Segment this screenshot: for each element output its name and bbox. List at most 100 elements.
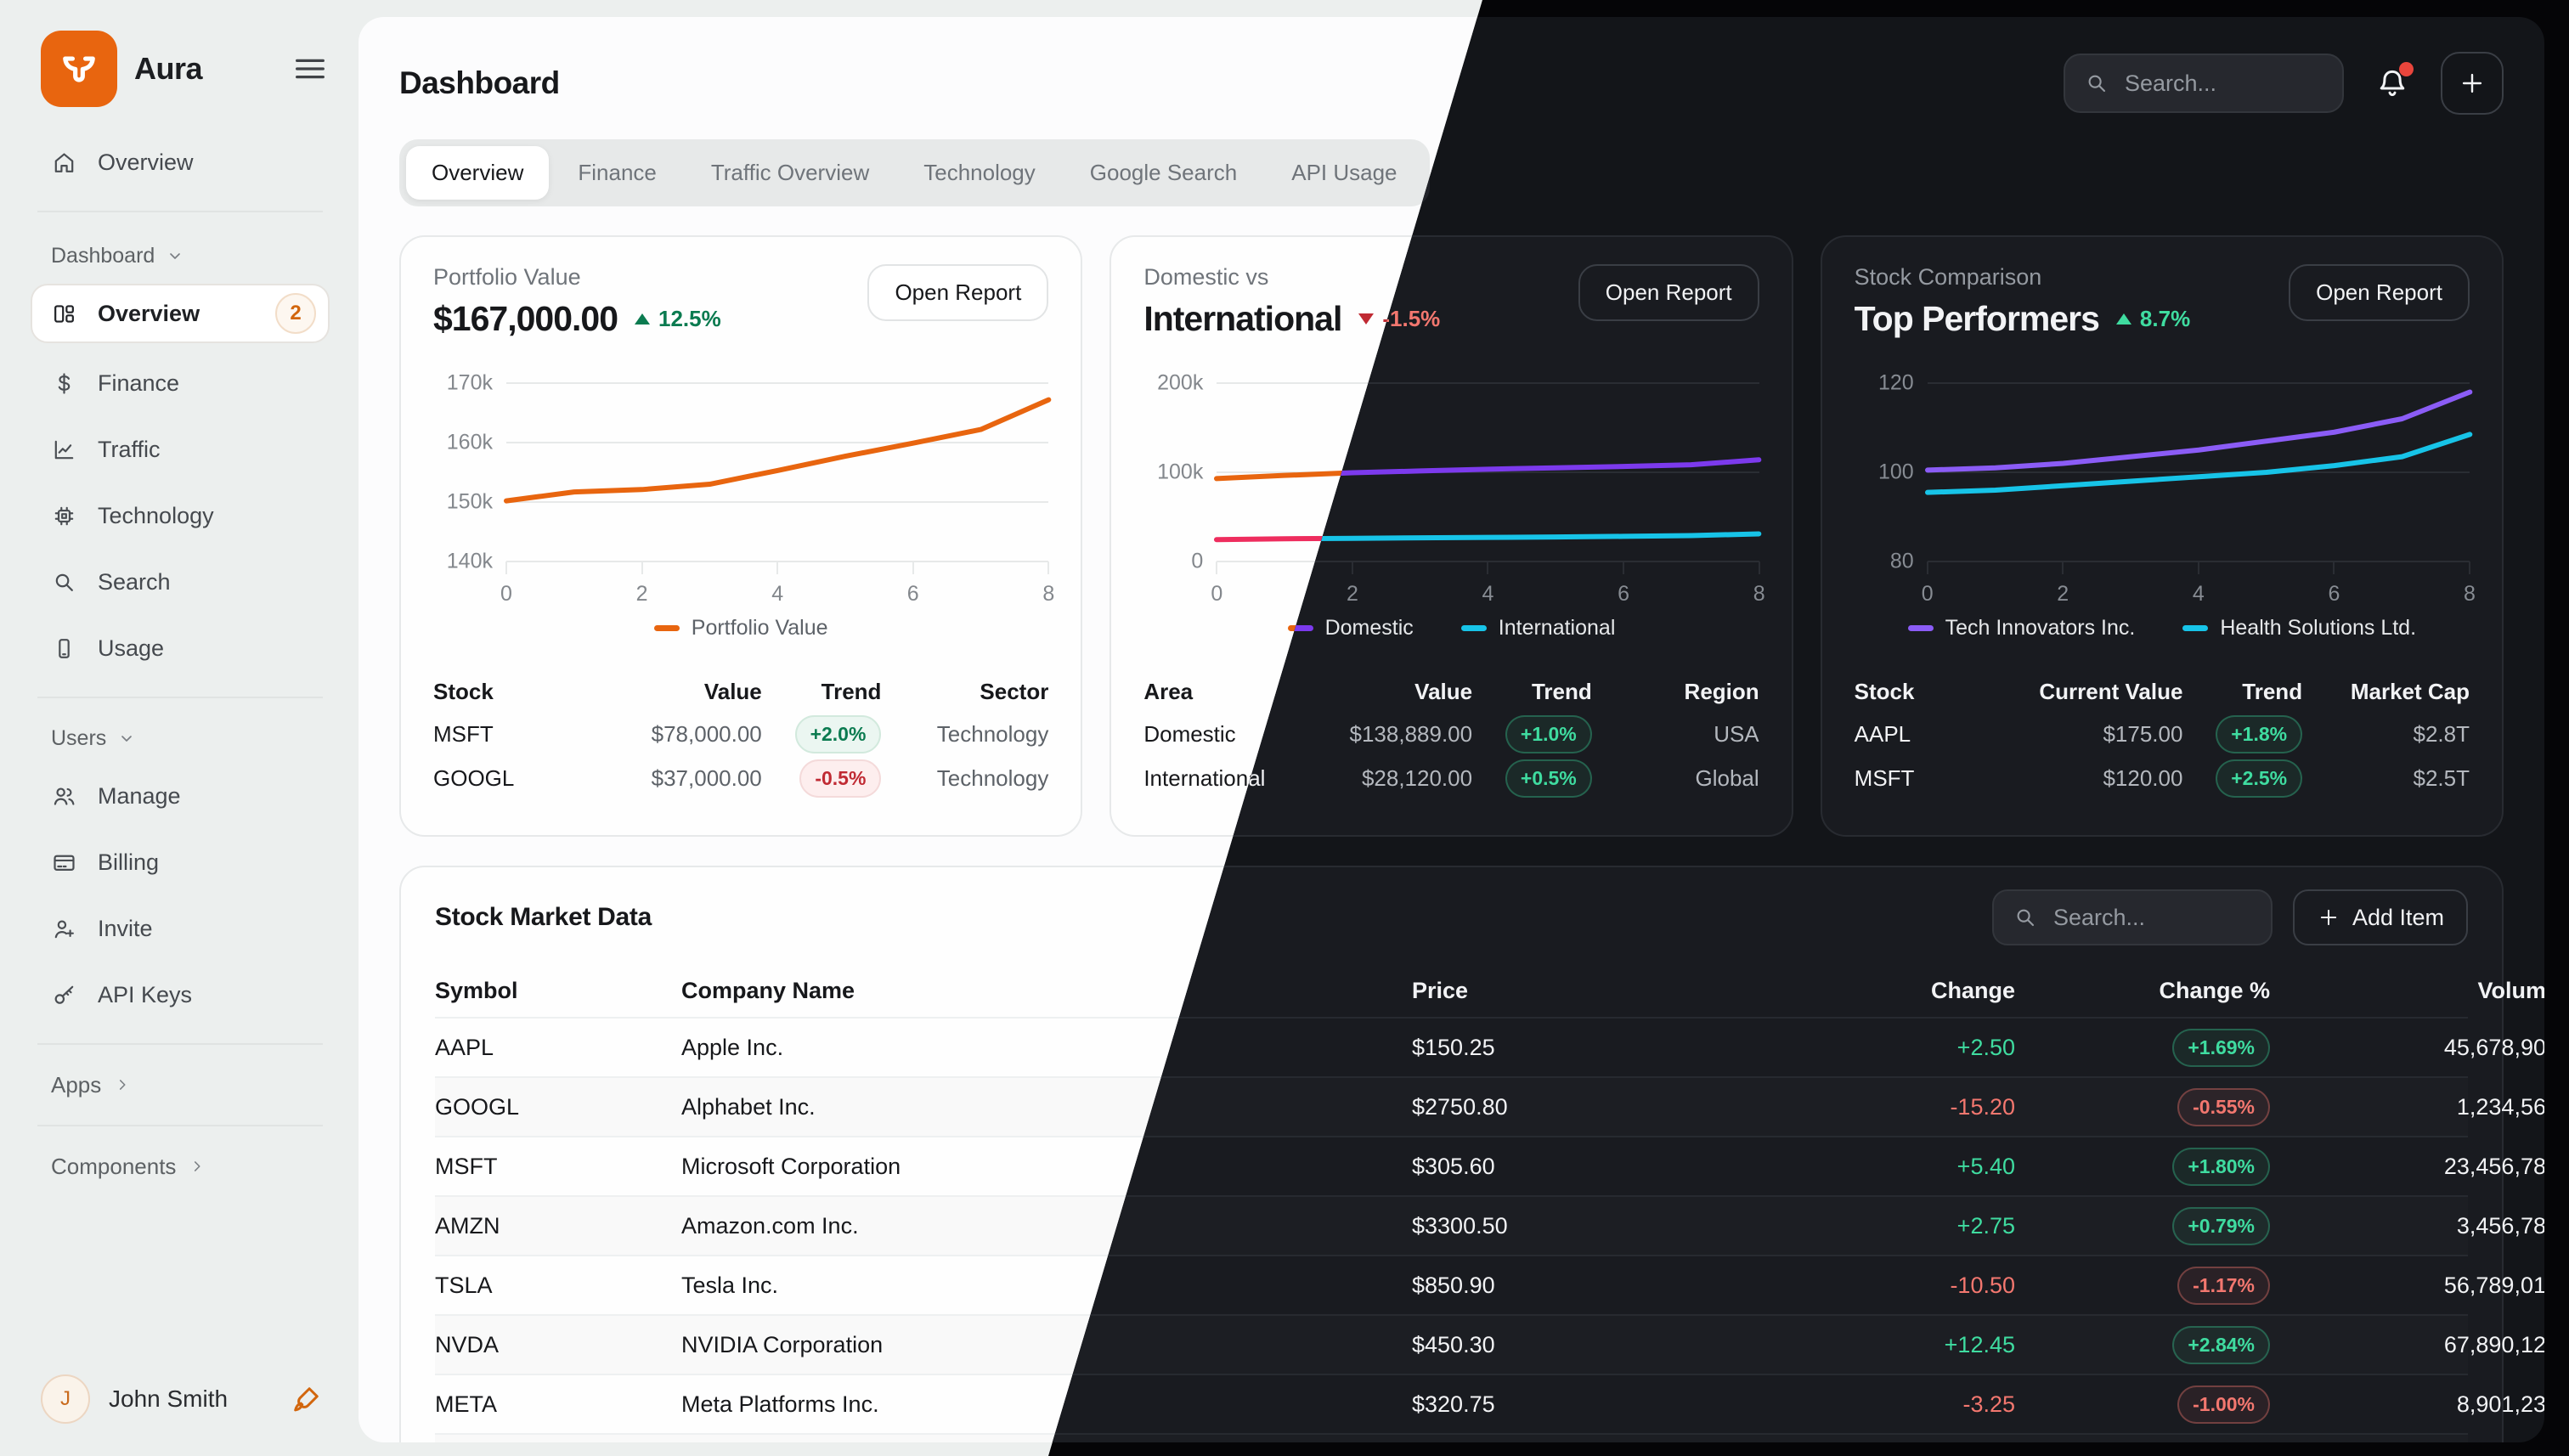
sidebar-item-finance[interactable]: Finance [31,350,330,416]
chevron-right-icon [188,1157,206,1176]
tab-technology[interactable]: Technology [898,146,1061,200]
notifications-button[interactable] [2369,60,2415,106]
tab-traffic-overview[interactable]: Traffic Overview [686,146,895,200]
y-axis-label: 0 [1191,550,1203,574]
tab-api-usage[interactable]: API Usage [1266,146,1422,200]
plus-icon [2458,69,2487,98]
x-axis-tick [2198,562,2199,574]
sidebar-item-overview-top[interactable]: Overview [31,129,330,195]
legend-swatch [654,625,680,631]
column-header: Sector [881,679,1048,705]
legend-swatch [1461,625,1487,631]
sidebar-item-traffic[interactable]: Traffic [31,416,330,483]
cell-trend: +1.0% [1472,715,1592,753]
cell-volume: 45,678,900 [2270,1035,2544,1061]
cell-value: $138,889.00 [1293,721,1472,748]
delta-up: 8.7% [2116,306,2190,332]
card-header-text: Stock ComparisonTop Performers8.7% [1855,264,2191,339]
cell-value: $28,120.00 [1293,765,1472,792]
x-axis-tick [2469,562,2470,574]
cell-volume: 1,234,567 [2270,1094,2544,1120]
x-axis-label: 8 [1753,582,1765,607]
users-icon [51,783,77,810]
y-axis: 12010080 [1855,383,1928,562]
x-axis-tick [2333,562,2335,574]
y-axis-label: 100k [1157,460,1203,485]
market-search[interactable] [1992,889,2273,945]
table-row: MSFT$78,000.00+2.0%Technology [433,712,1048,756]
search-icon [2084,71,2109,96]
phone-icon [51,635,77,662]
cell-change: +2.75 [1811,1213,2015,1239]
section-label-text: Users [51,726,106,751]
cell-trend: +0.5% [1472,759,1592,798]
legend-item: Portfolio Value [654,616,828,641]
x-axis-tick [2062,562,2064,574]
card-table: StockValueTrendSectorMSFT$78,000.00+2.0%… [433,671,1048,800]
card-title-row: Top Performers8.7% [1855,299,2191,339]
tab-finance[interactable]: Finance [552,146,682,200]
sidebar-item-label: Usage [98,635,164,662]
sidebar-link-apps[interactable]: Apps [31,1060,330,1109]
delta-value: 8.7% [2140,306,2190,332]
sidebar-item-search[interactable]: Search [31,549,330,615]
card-title-row: $167,000.0012.5% [433,299,721,339]
global-search[interactable] [2064,54,2344,113]
cell-name: MSFT [1855,765,2004,792]
cell-change: +12.45 [1811,1332,2015,1358]
sidebar-item-label: Invite [98,916,153,942]
column-header: Value [1293,679,1472,705]
legend-swatch [2182,625,2208,631]
open-report-button[interactable]: Open Report [1578,264,1759,321]
sidebar-item-api-keys[interactable]: API Keys [31,962,330,1028]
column-header: Region [1592,679,1759,705]
market-search-input[interactable] [2052,904,2252,932]
user-profile[interactable]: J John Smith [31,1374,330,1424]
quick-link-label: Apps [51,1072,101,1098]
open-report-button[interactable]: Open Report [2289,264,2470,321]
brand-name: Aura [134,51,202,87]
delta-up: 12.5% [635,306,721,332]
sidebar-item-billing[interactable]: Billing [31,829,330,895]
page-title: Dashboard [399,65,560,101]
open-report-button[interactable]: Open Report [867,264,1048,321]
summary-card-3: Stock ComparisonTop Performers8.7% Open R… [1821,235,2504,837]
cell-price: $3300.50 [1412,1213,1811,1239]
create-button[interactable] [2441,52,2504,115]
cell-change-pct: +2.84% [2015,1326,2270,1364]
sidebar-item-overview[interactable]: Overview2 [31,284,330,343]
sidebar-section-label[interactable]: Users [31,714,330,763]
dashboard-tabs: OverviewFinanceTraffic OverviewTechnolog… [399,139,1430,206]
cell-volume: 56,789,012 [2270,1273,2544,1299]
change-pct-badge: +1.69% [2172,1029,2270,1067]
cell-trend: -0.5% [762,759,882,798]
sidebar-section-label[interactable]: Dashboard [31,231,330,280]
column-header: Trend [1472,679,1592,705]
card-header-text: Portfolio Value$167,000.0012.5% [433,264,721,339]
add-item-button[interactable]: Add Item [2293,889,2468,945]
tab-overview[interactable]: Overview [406,146,549,200]
cell-price: $2750.80 [1412,1094,1811,1120]
sidebar-item-invite[interactable]: Invite [31,895,330,962]
sidebar-item-label: Manage [98,783,181,810]
x-axis-tick [1352,562,1353,574]
sidebar-divider [37,697,323,698]
sidebar-toggle-button[interactable] [291,49,330,88]
home-icon [51,150,77,176]
x-axis-label: 6 [1618,582,1629,607]
table-row: GOOGL$37,000.00-0.5%Technology [433,756,1048,800]
sidebar-link-components[interactable]: Components [31,1142,330,1191]
tab-google-search[interactable]: Google Search [1064,146,1262,200]
cell-volume: 8,901,234 [2270,1391,2544,1418]
creditcard-icon [51,849,77,876]
global-search-input[interactable] [2123,70,2323,98]
theme-brush-button[interactable] [289,1381,325,1417]
legend-label: Tech Innovators Inc. [1945,616,2136,641]
sidebar-item-technology[interactable]: Technology [31,483,330,549]
cell-change-pct: +0.79% [2015,1207,2270,1245]
sidebar-item-manage[interactable]: Manage [31,763,330,829]
sidebar-item-usage[interactable]: Usage [31,615,330,681]
y-axis-label: 200k [1157,371,1203,396]
search-icon [51,569,77,595]
trend-badge: +2.0% [795,715,882,753]
